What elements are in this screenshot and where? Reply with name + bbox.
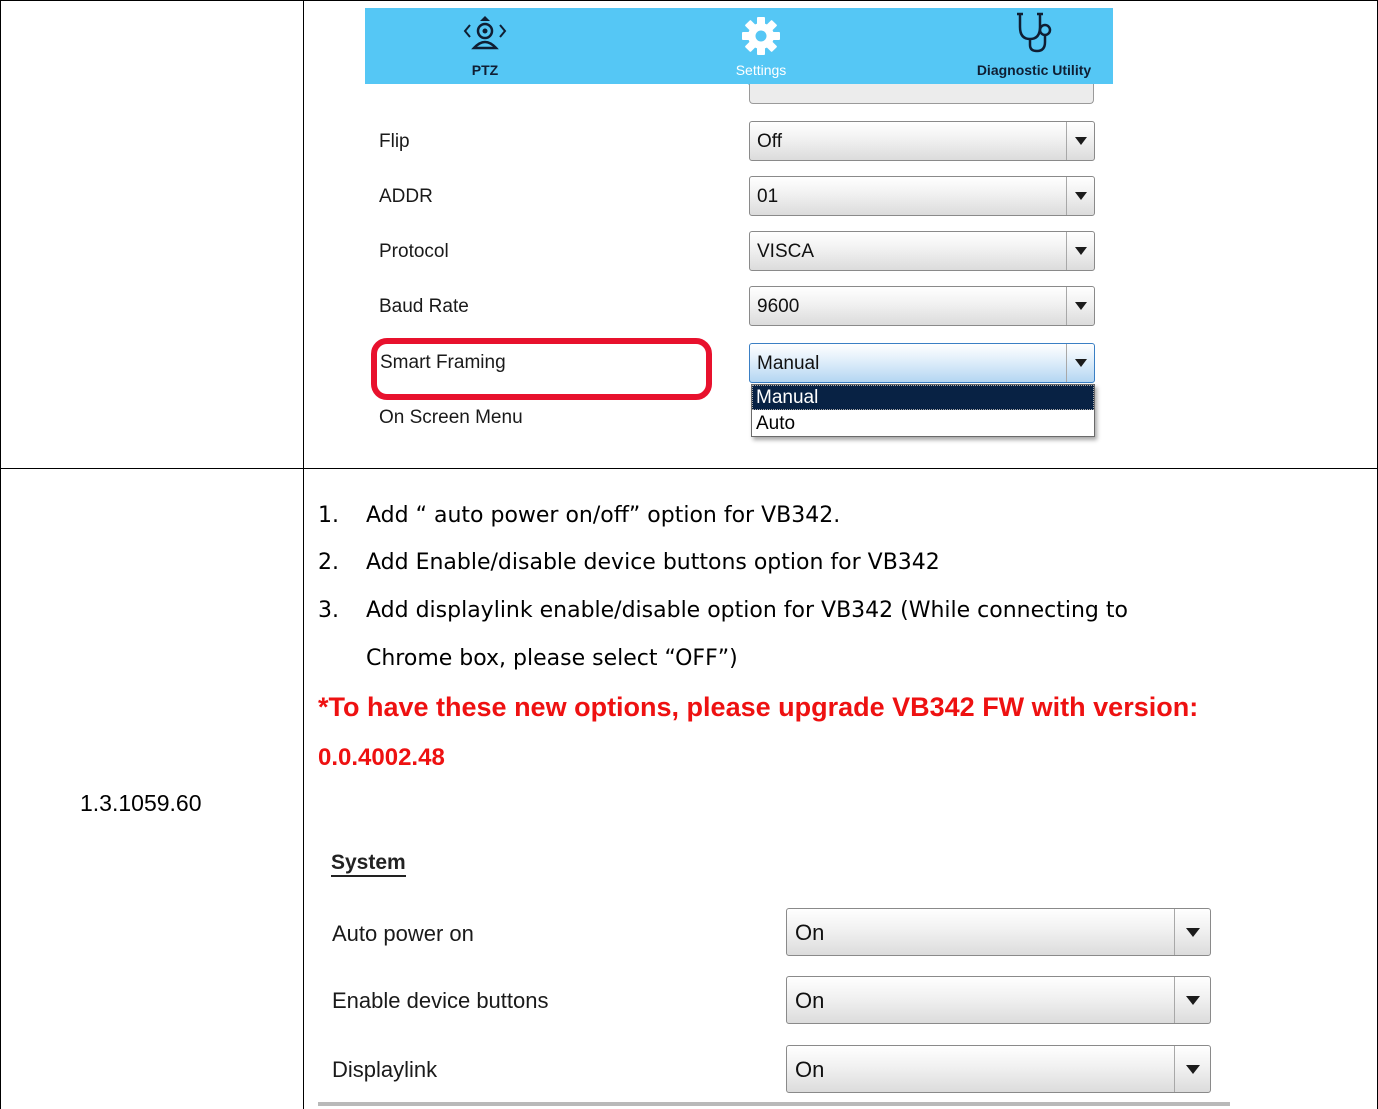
gear-icon (742, 17, 780, 55)
setting-label-protocol: Protocol (379, 241, 449, 262)
table-border-top (0, 0, 1378, 1)
change-item-1-text: Add “ auto power on/off” option for VB34… (366, 503, 841, 528)
chevron-down-icon[interactable] (1066, 344, 1094, 382)
firmware-warning-line-2: 0.0.4002.48 (318, 744, 445, 771)
chevron-down-icon[interactable] (1066, 177, 1094, 215)
auto-power-on-select[interactable]: On (786, 908, 1211, 956)
setting-label-baud-rate: Baud Rate (379, 296, 469, 317)
table-border-left (0, 0, 1, 1109)
change-item-2-number: 2. (318, 550, 339, 575)
smart-framing-select[interactable]: Manual (749, 343, 1095, 383)
change-item-3-text: Add displaylink enable/disable option fo… (366, 598, 1128, 623)
change-item-3-number: 3. (318, 598, 339, 623)
change-item-3-continuation: Chrome box, please select “OFF”) (366, 646, 738, 671)
displaylink-value: On (795, 1057, 825, 1082)
change-item-1-number: 1. (318, 503, 339, 528)
dropdown-option-manual[interactable]: Manual (752, 385, 1094, 410)
displaylink-select[interactable]: On (786, 1045, 1211, 1093)
protocol-select[interactable]: VISCA (749, 231, 1095, 271)
chevron-down-icon[interactable] (1174, 1046, 1210, 1092)
table-column-divider (303, 0, 304, 1109)
chevron-down-icon[interactable] (1066, 287, 1094, 325)
setting-label-on-screen-menu: On Screen Menu (379, 407, 523, 428)
smart-framing-dropdown-list: Manual Auto (751, 384, 1095, 437)
nav-tab-diagnostic-utility[interactable]: Diagnostic Utility (961, 8, 1107, 84)
enable-device-buttons-value: On (795, 988, 825, 1013)
version-number: 1.3.1059.60 (80, 790, 202, 816)
nav-tab-settings-label: Settings (735, 62, 787, 78)
nav-tab-ptz[interactable]: PTZ (425, 8, 545, 84)
system-label-enable-device-buttons: Enable device buttons (332, 988, 549, 1013)
chevron-down-icon[interactable] (1174, 977, 1210, 1023)
firmware-warning-line-1: *To have these new options, please upgra… (318, 692, 1199, 722)
baud-rate-select-value: 9600 (757, 296, 800, 317)
baud-rate-select[interactable]: 9600 (749, 286, 1095, 326)
nav-tab-diagnostic-utility-label: Diagnostic Utility (976, 62, 1092, 78)
stethoscope-icon (1017, 12, 1052, 53)
system-label-auto-power-on: Auto power on (332, 921, 474, 946)
top-navigation-bar: PTZ Settings Diagnostic Utility (365, 8, 1113, 84)
chevron-down-icon[interactable] (1066, 122, 1094, 160)
nav-tab-settings[interactable]: Settings (701, 8, 821, 84)
addr-select-value: 01 (757, 186, 779, 207)
protocol-select-value: VISCA (757, 241, 815, 262)
chevron-down-icon[interactable] (1066, 232, 1094, 270)
enable-device-buttons-select[interactable]: On (786, 976, 1211, 1024)
screenshot-bottom-edge (318, 1102, 1230, 1106)
change-item-3: 3. Add displaylink enable/disable option … (318, 598, 1128, 623)
system-label-displaylink: Displaylink (332, 1057, 438, 1082)
system-section-heading: System (331, 851, 406, 877)
partially-visible-select (749, 84, 1094, 104)
auto-power-on-value: On (795, 920, 825, 945)
setting-label-addr: ADDR (379, 186, 433, 207)
ptz-camera-icon (463, 16, 507, 50)
release-notes-table: PTZ Settings Diagnostic Utility Flip Off… (0, 0, 1378, 1109)
flip-select-value: Off (757, 131, 782, 152)
addr-select[interactable]: 01 (749, 176, 1095, 216)
change-item-1: 1. Add “ auto power on/off” option for VB… (318, 503, 840, 528)
change-item-2: 2. Add Enable/disable device buttons opti… (318, 550, 940, 575)
flip-select[interactable]: Off (749, 121, 1095, 161)
setting-label-flip: Flip (379, 131, 410, 152)
smart-framing-select-value: Manual (757, 353, 820, 374)
change-item-2-text: Add Enable/disable device buttons option… (366, 550, 940, 575)
chevron-down-icon[interactable] (1174, 909, 1210, 955)
smart-framing-highlight (371, 338, 712, 400)
table-row-divider (0, 468, 1378, 469)
nav-tab-ptz-label: PTZ (471, 62, 499, 78)
dropdown-option-auto[interactable]: Auto (752, 411, 1094, 436)
